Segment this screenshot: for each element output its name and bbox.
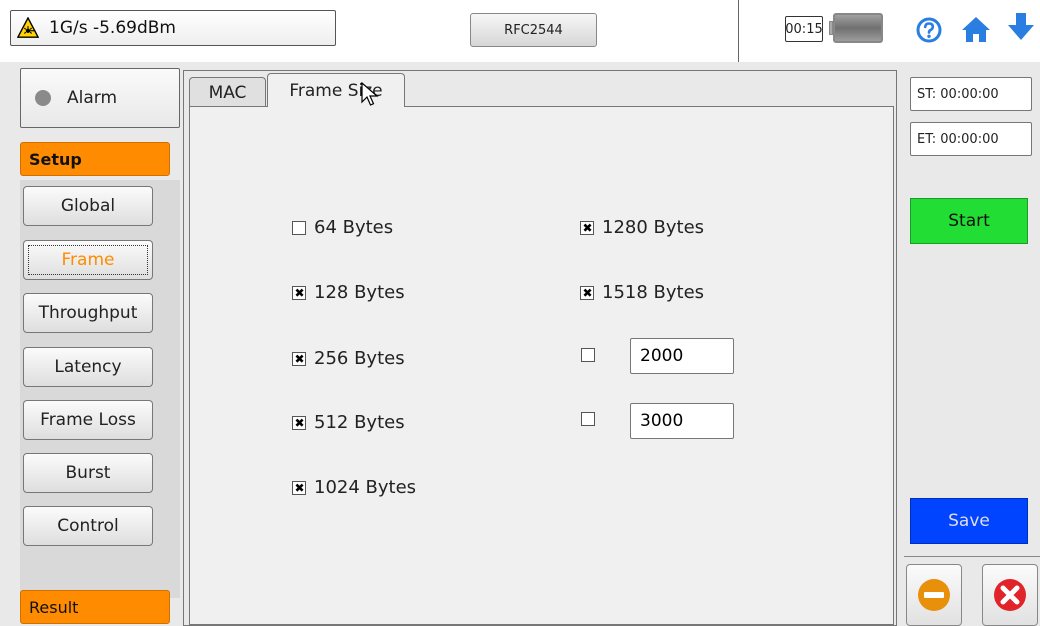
nav-latency-button[interactable]: Latency xyxy=(23,347,153,387)
main-content: MAC Frame Size 64 Bytes 128 Bytes 256 By… xyxy=(183,70,897,626)
signal-status-box[interactable]: 1G/s -5.69dBm xyxy=(10,10,336,46)
nav-burst-button[interactable]: Burst xyxy=(23,453,153,493)
result-header[interactable]: Result xyxy=(20,590,170,624)
signal-text: 1G/s -5.69dBm xyxy=(49,18,176,38)
header-divider xyxy=(738,0,739,62)
option-label: 64 Bytes xyxy=(314,217,394,238)
tab-mac[interactable]: MAC xyxy=(189,77,266,107)
nav-throughput-button[interactable]: Throughput xyxy=(23,293,153,333)
help-icon[interactable] xyxy=(915,16,943,44)
alarm-led-icon xyxy=(35,90,51,106)
checkbox[interactable] xyxy=(580,285,594,301)
test-mode-button[interactable]: RFC2544 xyxy=(470,13,597,47)
option-label: 1024 Bytes xyxy=(314,477,417,498)
checkbox[interactable] xyxy=(580,220,594,236)
checkbox[interactable] xyxy=(581,348,595,362)
checkbox[interactable] xyxy=(292,415,306,431)
home-icon[interactable] xyxy=(959,15,993,43)
alarm-label: Alarm xyxy=(67,88,118,108)
custom-size-1-checkbox-row[interactable] xyxy=(581,348,603,362)
nav-global-button[interactable]: Global xyxy=(23,186,153,226)
left-nav-panel: Alarm Setup Global Frame Throughput Late… xyxy=(8,62,180,626)
checkbox[interactable] xyxy=(292,480,306,496)
frame-size-panel: 64 Bytes 128 Bytes 256 Bytes 512 Bytes 1… xyxy=(189,106,894,625)
laser-warning-icon xyxy=(17,17,39,38)
checkbox[interactable] xyxy=(292,220,306,235)
frame-size-option-64[interactable]: 64 Bytes xyxy=(292,217,393,238)
minimize-icon xyxy=(918,579,950,611)
option-label: 256 Bytes xyxy=(314,348,405,369)
start-time-display: ST: 00:00:00 xyxy=(910,77,1032,111)
close-button[interactable] xyxy=(982,564,1038,626)
mouse-cursor-icon xyxy=(361,82,379,106)
frame-size-option-1280[interactable]: 1280 Bytes xyxy=(580,217,704,238)
checkbox[interactable] xyxy=(292,351,306,367)
nav-frame-loss-button[interactable]: Frame Loss xyxy=(23,400,153,440)
app-window: 1G/s -5.69dBm RFC2544 00:15 Alarm Setup … xyxy=(0,0,1040,626)
custom-size-2-input[interactable] xyxy=(630,403,734,439)
frame-size-option-256[interactable]: 256 Bytes xyxy=(292,348,405,369)
top-status-bar: 1G/s -5.69dBm RFC2544 00:15 xyxy=(0,0,1040,62)
frame-size-option-1518[interactable]: 1518 Bytes xyxy=(580,282,704,303)
elapsed-timer: 00:15 xyxy=(785,16,823,42)
start-button[interactable]: Start xyxy=(910,198,1028,244)
checkbox[interactable] xyxy=(292,285,306,301)
alarm-indicator[interactable]: Alarm xyxy=(20,68,180,128)
custom-size-1-input[interactable] xyxy=(630,338,734,374)
right-control-panel: ST: 00:00:00 ET: 00:00:00 Start Save xyxy=(904,70,1040,626)
tab-frame-size[interactable]: Frame Size xyxy=(267,73,405,107)
panel-divider xyxy=(904,556,1040,557)
nav-frame-button[interactable]: Frame xyxy=(23,240,153,280)
download-arrow-icon[interactable] xyxy=(1005,13,1037,41)
frame-size-option-1024[interactable]: 1024 Bytes xyxy=(292,477,416,498)
end-time-display: ET: 00:00:00 xyxy=(910,122,1032,156)
option-label: 512 Bytes xyxy=(314,412,405,433)
option-label: 128 Bytes xyxy=(314,282,405,303)
minimize-button[interactable] xyxy=(906,564,962,626)
save-button[interactable]: Save xyxy=(910,498,1028,544)
option-label: 1280 Bytes xyxy=(602,217,705,238)
option-label: 1518 Bytes xyxy=(602,282,705,303)
checkbox[interactable] xyxy=(581,412,595,426)
nav-control-button[interactable]: Control xyxy=(23,506,153,546)
frame-size-option-128[interactable]: 128 Bytes xyxy=(292,282,405,303)
frame-size-option-512[interactable]: 512 Bytes xyxy=(292,412,405,433)
custom-size-2-checkbox-row[interactable] xyxy=(581,412,603,426)
battery-icon xyxy=(829,13,889,43)
setup-header[interactable]: Setup xyxy=(20,142,170,176)
close-icon xyxy=(994,579,1026,611)
